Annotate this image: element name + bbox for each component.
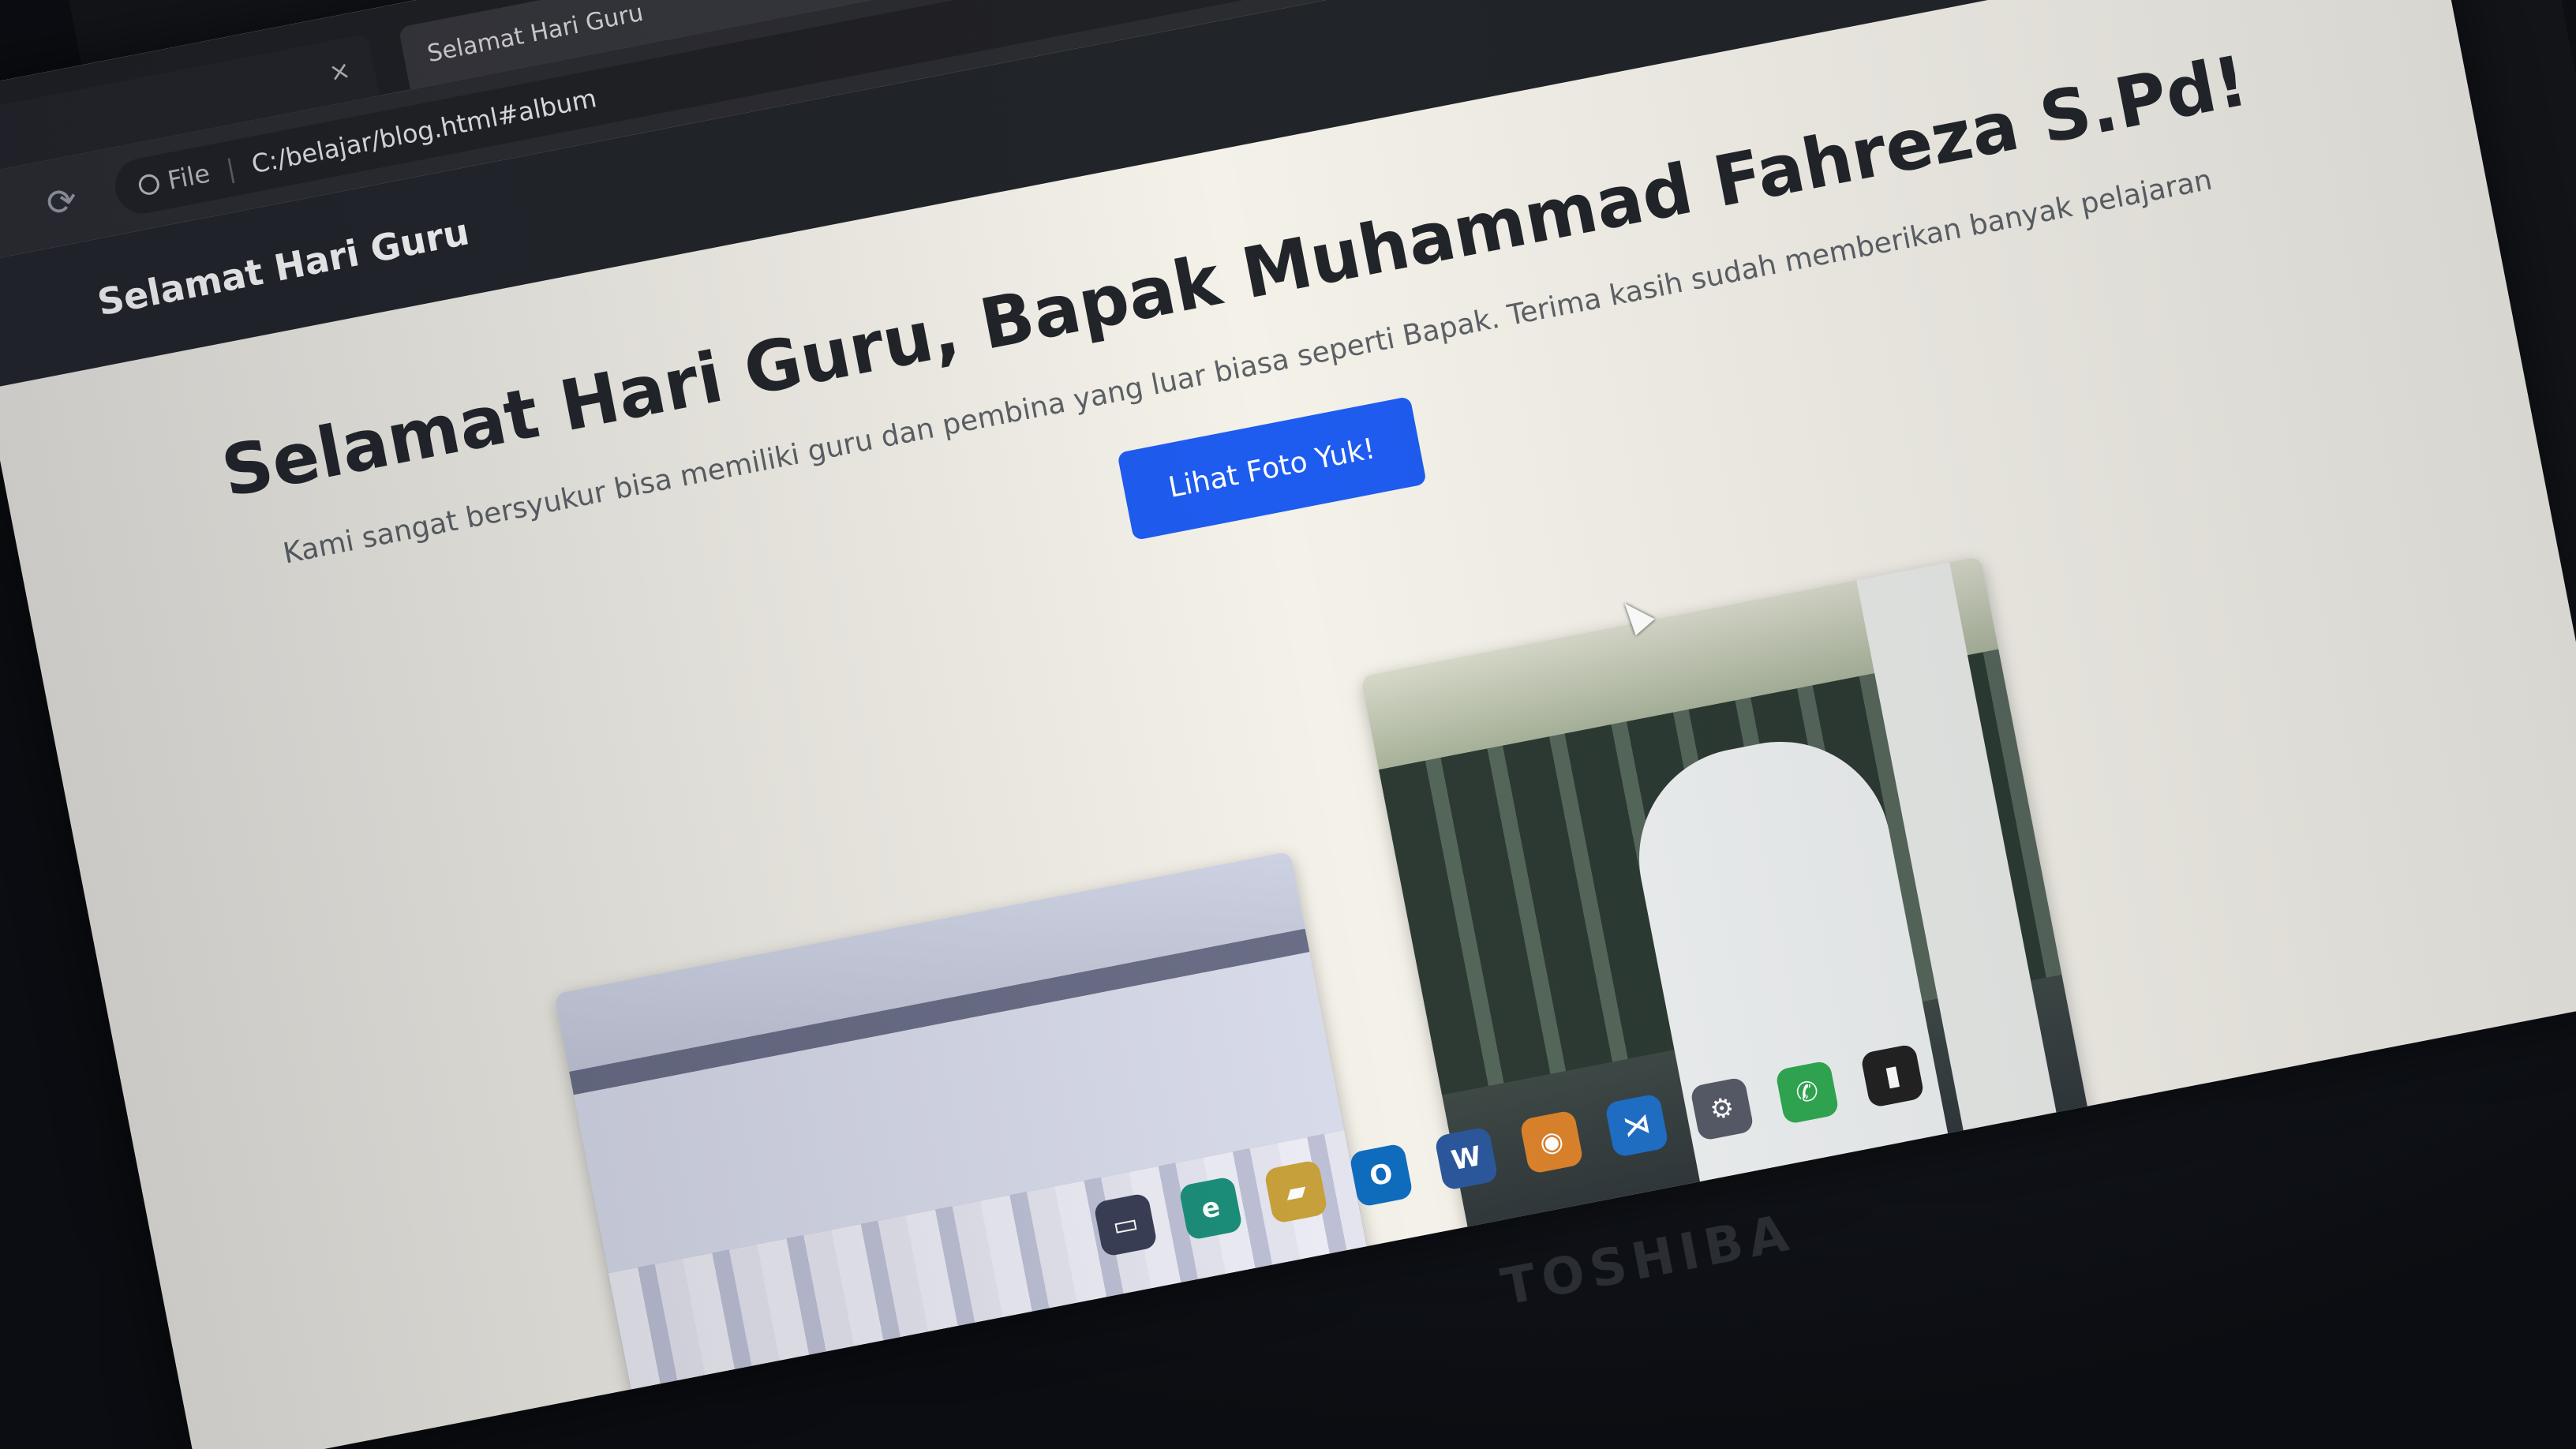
- word-icon[interactable]: W: [1433, 1126, 1500, 1192]
- reload-icon[interactable]: ⟳: [43, 178, 80, 225]
- photo-scene: × Selamat Hari Guru × ⟳ File | C:/belaja…: [0, 0, 2576, 1449]
- edge-icon[interactable]: e: [1178, 1176, 1244, 1241]
- settings-icon[interactable]: ⚙: [1689, 1076, 1754, 1142]
- laptop-screen: × Selamat Hari Guru × ⟳ File | C:/belaja…: [0, 0, 2576, 1449]
- file-label: File: [165, 158, 213, 196]
- chrome-icon[interactable]: ◉: [1518, 1110, 1585, 1175]
- laptop-brand-logo: TOSHIBA: [1496, 1203, 1799, 1318]
- info-icon: [137, 172, 161, 197]
- terminal-icon[interactable]: ▮: [1859, 1043, 1925, 1109]
- site-info-indicator[interactable]: File: [136, 158, 212, 201]
- whatsapp-icon[interactable]: ✆: [1774, 1060, 1840, 1125]
- vscode-icon[interactable]: ⋊: [1604, 1093, 1670, 1159]
- view-photos-button[interactable]: Lihat Foto Yuk!: [1117, 396, 1427, 541]
- close-icon[interactable]: ×: [327, 54, 354, 88]
- address-separator: |: [223, 153, 238, 185]
- album-photo-group[interactable]: [554, 851, 1390, 1449]
- file-explorer-icon[interactable]: ▭: [1093, 1192, 1159, 1258]
- folder-icon[interactable]: ▰: [1264, 1159, 1329, 1225]
- outlook-icon[interactable]: O: [1349, 1143, 1414, 1208]
